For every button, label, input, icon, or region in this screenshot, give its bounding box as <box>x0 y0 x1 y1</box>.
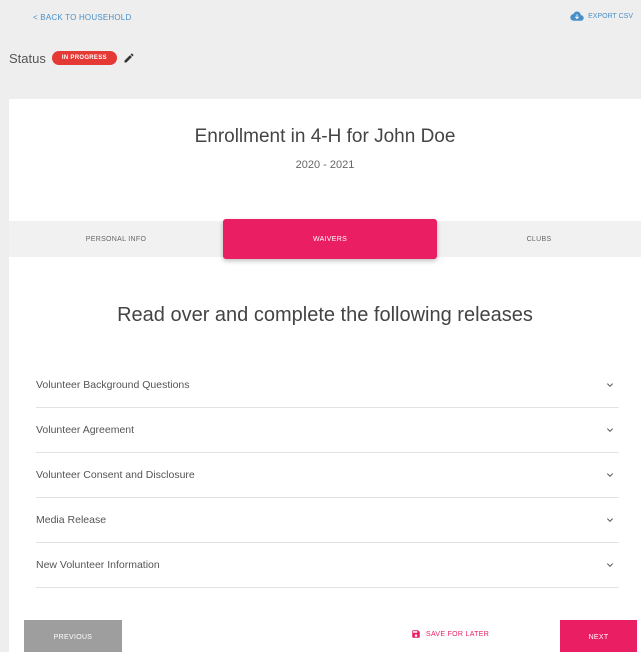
release-item-volunteer-consent-and-disclosure[interactable]: Volunteer Consent and Disclosure <box>36 453 619 498</box>
chevron-down-icon <box>607 563 613 567</box>
status-badge: IN PROGRESS <box>51 51 117 65</box>
cloud-download-icon <box>570 11 584 21</box>
next-button[interactable]: NEXT <box>560 620 637 652</box>
chevron-down-icon <box>607 428 613 432</box>
tab-clubs[interactable]: CLUBS <box>437 221 641 257</box>
releases-list: Volunteer Background Questions Volunteer… <box>36 363 619 588</box>
floppy-disk-icon <box>412 630 420 638</box>
status-label: Status <box>9 50 46 66</box>
export-csv-label: EXPORT CSV <box>588 12 633 20</box>
release-item-new-volunteer-information[interactable]: New Volunteer Information <box>36 543 619 588</box>
page-title: Enrollment in 4-H for John Doe <box>194 126 456 147</box>
release-label: Volunteer Background Questions <box>36 379 190 391</box>
release-item-media-release[interactable]: Media Release <box>36 498 619 543</box>
enrollment-year: 2020 - 2021 <box>295 159 355 171</box>
release-item-volunteer-background-questions[interactable]: Volunteer Background Questions <box>36 363 619 408</box>
tab-bar: PERSONAL INFO CLUBS WAIVERS <box>9 219 641 259</box>
chevron-down-icon <box>607 383 613 387</box>
top-bar: < BACK TO HOUSEHOLD EXPORT CSV <box>0 0 641 40</box>
back-to-household-link[interactable]: < BACK TO HOUSEHOLD <box>33 13 131 22</box>
release-label: Media Release <box>36 514 107 526</box>
section-heading: Read over and complete the following rel… <box>117 304 533 326</box>
save-for-later-button[interactable]: SAVE FOR LATER <box>411 629 489 639</box>
release-item-volunteer-agreement[interactable]: Volunteer Agreement <box>36 408 619 453</box>
release-label: New Volunteer Information <box>36 559 160 571</box>
export-csv-button[interactable]: EXPORT CSV <box>570 11 633 21</box>
chevron-down-icon <box>607 518 613 522</box>
enrollment-card: Enrollment in 4-H for John Doe 2020 - 20… <box>9 99 641 652</box>
save-for-later-label: SAVE FOR LATER <box>426 630 490 638</box>
tab-personal-info[interactable]: PERSONAL INFO <box>9 221 223 257</box>
status-row: Status IN PROGRESS <box>9 50 135 66</box>
chevron-down-icon <box>607 473 613 477</box>
pencil-icon[interactable] <box>123 52 135 64</box>
tab-waivers[interactable]: WAIVERS <box>223 219 437 259</box>
release-label: Volunteer Agreement <box>36 424 135 436</box>
previous-button[interactable]: PREVIOUS <box>24 620 122 652</box>
release-label: Volunteer Consent and Disclosure <box>36 469 195 481</box>
